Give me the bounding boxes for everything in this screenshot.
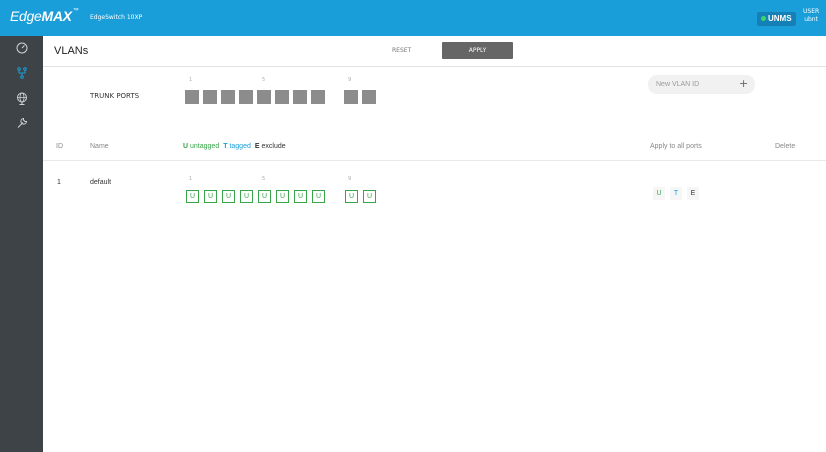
new-vlan-id-input[interactable]	[656, 78, 736, 91]
vlan-network-icon	[16, 67, 27, 79]
trunk-port-number-9: 9	[348, 77, 352, 83]
vlan-id: 1	[57, 179, 61, 186]
row-port-number-1: 1	[189, 176, 193, 182]
vlan-port-mode-toggle[interactable]: U	[345, 190, 358, 203]
vlan-port-mode-toggle[interactable]: U	[363, 190, 376, 203]
page-header: VLANs RESET APPLY	[43, 36, 826, 67]
trunk-port-number-1: 1	[189, 77, 193, 83]
apply-all-tagged-button[interactable]: T	[670, 187, 682, 200]
page-title: VLANs	[54, 45, 89, 57]
port-mode-legend: U untagged T tagged E exclude	[183, 143, 286, 150]
trunk-port-toggle[interactable]	[275, 90, 289, 104]
vlan-port-mode-toggle[interactable]: U	[222, 190, 235, 203]
trunk-port-number-5: 5	[262, 77, 266, 83]
dashboard-gauge-icon	[16, 42, 27, 54]
user-label: USER	[803, 8, 820, 15]
apply-all-exclude-button[interactable]: E	[687, 187, 699, 200]
sidebar-item-network[interactable]	[0, 86, 43, 110]
edgemax-logo: EdgeMAX™	[10, 8, 79, 28]
trunk-port-toggle[interactable]	[221, 90, 235, 104]
row-port-number-9: 9	[348, 176, 352, 182]
top-bar: EdgeMAX™ EdgeSwitch 10XP UNMS USER ubnt	[0, 0, 826, 36]
sidebar-item-vlans[interactable]	[0, 61, 43, 85]
trunk-port-toggle[interactable]	[344, 90, 358, 104]
vlan-port-mode-toggle[interactable]: U	[312, 190, 325, 203]
new-vlan-control: +	[648, 75, 755, 94]
legend-untagged: U untagged	[183, 143, 220, 150]
vlan-name: default	[90, 179, 112, 186]
column-header-id: ID	[56, 143, 63, 150]
apply-all-untagged-button[interactable]: U	[653, 187, 665, 200]
brand-trademark: ™	[72, 8, 79, 14]
device-name: EdgeSwitch 10XP	[90, 14, 143, 21]
reset-button[interactable]: RESET	[392, 47, 411, 54]
add-vlan-button[interactable]: +	[739, 77, 748, 91]
trunk-port-toggle[interactable]	[185, 90, 199, 104]
vlan-port-mode-toggle[interactable]: U	[240, 190, 253, 203]
trunk-port-toggle[interactable]	[203, 90, 217, 104]
wrench-icon	[17, 117, 27, 128]
unms-status-button[interactable]: UNMS	[757, 12, 796, 26]
table-divider	[43, 160, 826, 161]
sidebar-item-tools[interactable]	[0, 111, 43, 135]
username: ubnt	[804, 16, 818, 23]
unms-status-dot-icon	[761, 16, 766, 22]
column-header-name: Name	[90, 143, 109, 150]
apply-button[interactable]: APPLY	[442, 42, 513, 59]
unms-label: UNMS	[768, 14, 792, 23]
vlan-port-mode-toggle[interactable]: U	[186, 190, 199, 203]
vlan-port-mode-toggle[interactable]: U	[204, 190, 217, 203]
legend-tagged: T tagged	[223, 143, 251, 150]
brand-max: MAX	[41, 8, 73, 24]
vlan-port-mode-toggle[interactable]: U	[294, 190, 307, 203]
trunk-port-toggle[interactable]	[362, 90, 376, 104]
globe-icon	[16, 92, 27, 105]
trunk-ports-label: TRUNK PORTS	[90, 92, 140, 100]
trunk-port-toggle[interactable]	[293, 90, 307, 104]
brand-edge: Edge	[10, 8, 42, 24]
user-menu[interactable]: USER ubnt	[803, 8, 819, 24]
vlan-port-mode-toggle[interactable]: U	[258, 190, 271, 203]
legend-exclude: E exclude	[254, 143, 286, 150]
column-header-delete: Delete	[775, 143, 796, 150]
sidebar	[0, 36, 43, 452]
column-header-apply-all: Apply to all ports	[650, 143, 702, 150]
trunk-port-toggle[interactable]	[311, 90, 325, 104]
row-port-number-5: 5	[262, 176, 266, 182]
trunk-port-toggle[interactable]	[239, 90, 253, 104]
trunk-port-toggle[interactable]	[257, 90, 271, 104]
sidebar-item-dashboard[interactable]	[0, 36, 43, 60]
vlan-port-mode-toggle[interactable]: U	[276, 190, 289, 203]
